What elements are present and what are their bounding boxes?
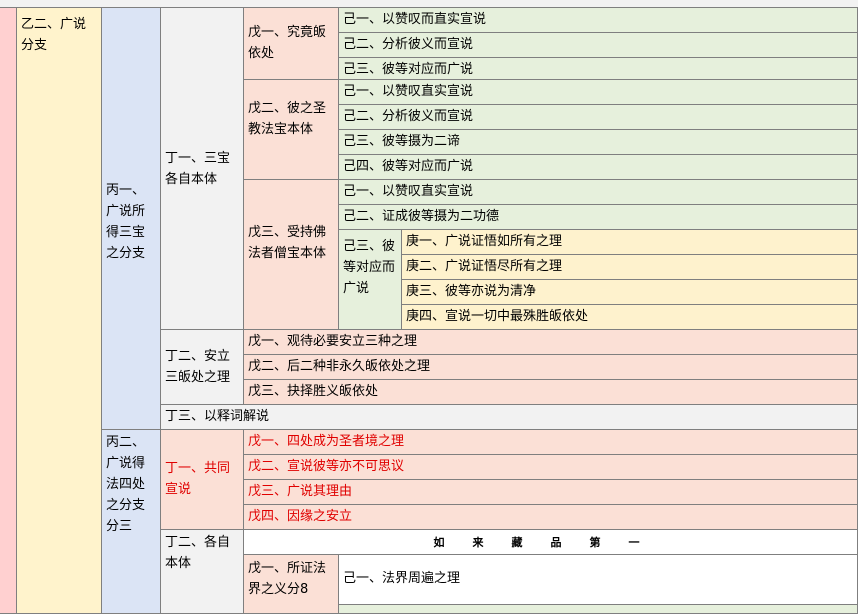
chapter-banner: 如来藏品第一 [244, 530, 858, 555]
ding2-item: 戊二、后二种非永久皈依处之理 [244, 355, 858, 380]
ding2-cell: 丁二、安立三皈处之理 [161, 330, 244, 405]
wu3-item: 己一、以赞叹直实宣说 [339, 180, 858, 205]
ding1b-item: 戊三、广说其理由 [244, 480, 858, 505]
wu2-cell: 戊二、彼之圣教法宝本体 [244, 80, 339, 180]
wu2-item: 己四、彼等对应而广说 [339, 155, 858, 180]
wu1b-cell: 戊一、所证法界之义分8 [244, 555, 339, 614]
wu1-cell: 戊一、究竟皈依处 [244, 8, 339, 80]
wu2-item: 己一、以赞叹直实宣说 [339, 80, 858, 105]
ding1-cell: 丁一、三宝各自本体 [161, 8, 244, 330]
ding2b-cell: 丁二、各自本体 [161, 530, 244, 614]
ding1b-item: 戊一、四处成为圣者境之理 [244, 430, 858, 455]
wu3-ji3-cell: 己三、彼等对应而广说 [339, 230, 402, 330]
wu2-item: 己二、分析彼义而宣说 [339, 105, 858, 130]
geng-item: 庚二、广说证悟尽所有之理 [402, 255, 858, 280]
partial-row [339, 605, 858, 614]
wu1b-item: 己一、法界周遍之理 [339, 555, 858, 605]
ding1b-cell: 丁一、共同宣说 [161, 430, 244, 530]
geng-item: 庚四、宣说一切中最殊胜皈依处 [402, 305, 858, 330]
wu1-item: 己三、彼等对应而广说 [339, 58, 858, 80]
geng-item: 庚三、彼等亦说为清净 [402, 280, 858, 305]
left-margin-column [0, 8, 17, 614]
outline-table: 乙二、广说分支 丙一、广说所得三宝之分支 丁一、三宝各自本体 戊一、究竟皈依处 … [0, 0, 858, 614]
wu3-item: 己二、证成彼等摄为二功德 [339, 205, 858, 230]
wu1-item: 己一、以赞叹而直实宣说 [339, 8, 858, 33]
yi2-cell: 乙二、广说分支 [17, 8, 102, 614]
wu2-item: 己三、彼等摄为二谛 [339, 130, 858, 155]
ding2-item: 戊三、抉择胜义皈依处 [244, 380, 858, 405]
wu1-item: 己二、分析彼义而宣说 [339, 33, 858, 58]
bing1-cell: 丙一、广说所得三宝之分支 [102, 8, 161, 430]
ding1b-item: 戊四、因缘之安立 [244, 505, 858, 530]
bing2-cell: 丙二、广说得法四处之分支分三 [102, 430, 161, 614]
geng-item: 庚一、广说证悟如所有之理 [402, 230, 858, 255]
ding2-item: 戊一、观待必要安立三种之理 [244, 330, 858, 355]
ding3-cell: 丁三、以释词解说 [161, 405, 858, 430]
ding1b-item: 戊二、宣说彼等亦不可思议 [244, 455, 858, 480]
wu3-cell: 戊三、受持佛法者僧宝本体 [244, 180, 339, 330]
header-strip [0, 0, 858, 8]
